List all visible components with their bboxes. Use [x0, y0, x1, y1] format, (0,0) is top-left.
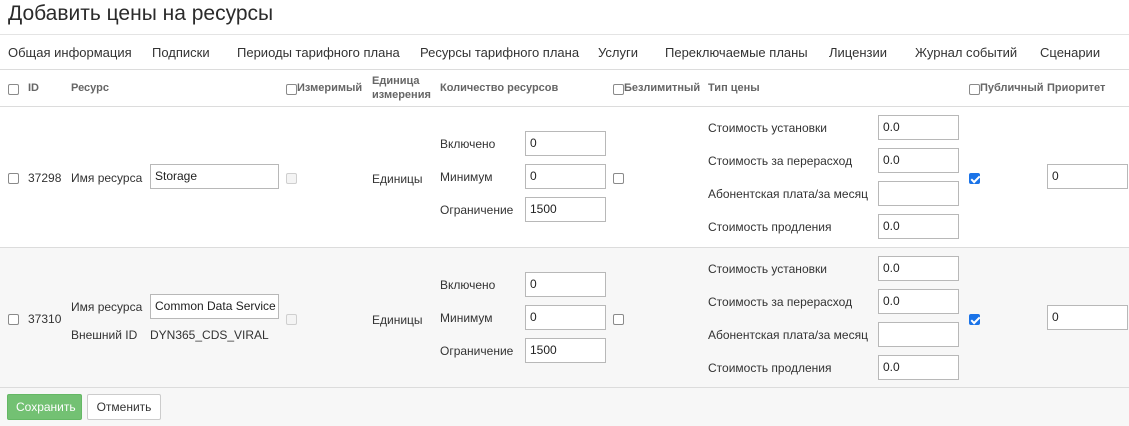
- header-public: Публичный: [980, 82, 1044, 94]
- table-header: ID Ресурс Измеримый Единица измерения Ко…: [0, 70, 1129, 107]
- tab-bar: Общая информация Подписки Периоды тарифн…: [0, 34, 1129, 70]
- minimum-label: Минимум: [440, 311, 493, 325]
- limit-input[interactable]: 1500: [525, 197, 606, 222]
- header-unit-line1: Единица: [372, 75, 420, 87]
- minimum-input[interactable]: 0: [525, 305, 606, 330]
- tab-subscriptions[interactable]: Подписки: [152, 45, 210, 60]
- measurable-all-checkbox[interactable]: [286, 84, 297, 95]
- public-all-checkbox[interactable]: [969, 84, 980, 95]
- unlimited-checkbox[interactable]: [613, 173, 624, 184]
- resource-name-label: Имя ресурса: [71, 300, 143, 314]
- public-checkbox[interactable]: [969, 173, 980, 184]
- unlimited-all-checkbox[interactable]: [613, 84, 624, 95]
- overuse-price-input[interactable]: 0.0: [878, 289, 959, 314]
- tab-licenses[interactable]: Лицензии: [829, 45, 887, 60]
- external-id-value: DYN365_CDS_VIRAL: [150, 328, 269, 342]
- monthly-fee-label: Абонентская плата/за месяц: [708, 328, 868, 342]
- monthly-fee-label: Абонентская плата/за месяц: [708, 187, 868, 201]
- select-all-checkbox[interactable]: [8, 84, 19, 95]
- renewal-price-label: Стоимость продления: [708, 361, 832, 375]
- setup-price-input[interactable]: 0.0: [878, 115, 959, 140]
- measurable-checkbox: [286, 173, 297, 184]
- tab-switchable-plans[interactable]: Переключаемые планы: [665, 45, 808, 60]
- public-checkbox[interactable]: [969, 314, 980, 325]
- overuse-price-label: Стоимость за перерасход: [708, 154, 853, 168]
- tab-event-log[interactable]: Журнал событий: [915, 45, 1017, 60]
- row-select-checkbox[interactable]: [8, 173, 19, 184]
- tab-plan-resources[interactable]: Ресурсы тарифного плана: [420, 45, 579, 60]
- resource-name-input[interactable]: Storage: [150, 164, 279, 189]
- setup-price-input[interactable]: 0.0: [878, 256, 959, 281]
- overuse-price-label: Стоимость за перерасход: [708, 295, 853, 309]
- header-resource: Ресурс: [71, 82, 109, 94]
- tab-scenarios[interactable]: Сценарии: [1040, 45, 1100, 60]
- setup-price-label: Стоимость установки: [708, 262, 827, 276]
- header-price-type: Тип цены: [708, 82, 760, 94]
- page-title: Добавить цены на ресурсы: [8, 2, 274, 25]
- priority-input[interactable]: 0: [1047, 164, 1128, 189]
- limit-label: Ограничение: [440, 344, 514, 358]
- tab-general-info[interactable]: Общая информация: [8, 45, 132, 60]
- cancel-button[interactable]: Отменить: [87, 394, 161, 420]
- included-label: Включено: [440, 278, 496, 292]
- resource-id: 37298: [28, 171, 62, 185]
- header-unit-line2: измерения: [372, 89, 431, 101]
- included-label: Включено: [440, 137, 496, 151]
- overuse-price-input[interactable]: 0.0: [878, 148, 959, 173]
- monthly-fee-input[interactable]: [878, 181, 959, 206]
- unit-value: Единицы: [372, 172, 423, 186]
- resource-name-label: Имя ресурса: [71, 171, 143, 185]
- renewal-price-label: Стоимость продления: [708, 220, 832, 234]
- header-priority: Приоритет: [1047, 82, 1106, 94]
- external-id-label: Внешний ID: [71, 328, 138, 342]
- minimum-input[interactable]: 0: [525, 164, 606, 189]
- limit-input[interactable]: 1500: [525, 338, 606, 363]
- priority-input[interactable]: 0: [1047, 305, 1128, 330]
- resource-id: 37310: [28, 312, 62, 326]
- monthly-fee-input[interactable]: [878, 322, 959, 347]
- header-unlimited: Безлимитный: [624, 82, 701, 94]
- table-row: 37298 Имя ресурса Storage Единицы Включе…: [0, 107, 1129, 248]
- minimum-label: Минимум: [440, 170, 493, 184]
- unlimited-checkbox[interactable]: [613, 314, 624, 325]
- table-row: 37310 Имя ресурса Common Data Service Вн…: [0, 248, 1129, 388]
- renewal-price-input[interactable]: 0.0: [878, 214, 959, 239]
- resource-name-input[interactable]: Common Data Service: [150, 294, 279, 319]
- save-button[interactable]: Сохранить: [7, 394, 82, 420]
- unit-value: Единицы: [372, 313, 423, 327]
- tab-services[interactable]: Услуги: [598, 45, 638, 60]
- included-input[interactable]: 0: [525, 272, 606, 297]
- included-input[interactable]: 0: [525, 131, 606, 156]
- header-measurable: Измеримый: [297, 82, 363, 94]
- limit-label: Ограничение: [440, 203, 514, 217]
- form-footer: Сохранить Отменить: [0, 388, 1129, 426]
- header-id: ID: [28, 82, 39, 94]
- row-select-checkbox[interactable]: [8, 314, 19, 325]
- renewal-price-input[interactable]: 0.0: [878, 355, 959, 380]
- measurable-checkbox: [286, 314, 297, 325]
- setup-price-label: Стоимость установки: [708, 121, 827, 135]
- header-quantity: Количество ресурсов: [440, 82, 559, 94]
- tab-plan-periods[interactable]: Периоды тарифного плана: [237, 45, 400, 60]
